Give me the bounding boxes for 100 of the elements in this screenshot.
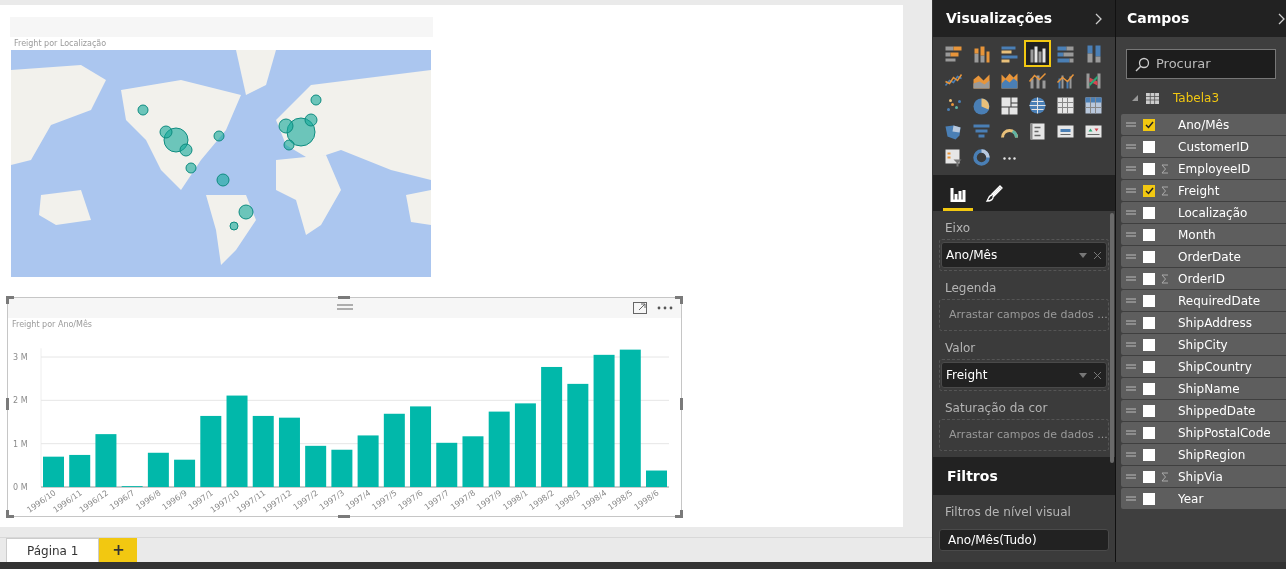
field-well[interactable]: Freight [939,359,1109,391]
field-row[interactable]: Freight [1121,180,1286,201]
field-row[interactable]: Localização [1121,202,1286,223]
field-name: CustomerID [1178,138,1250,156]
checkbox[interactable] [1143,338,1155,351]
checkbox[interactable] [1143,426,1155,439]
checkbox[interactable] [1143,118,1155,131]
close-icon[interactable] [1093,370,1102,380]
check-icon [1144,186,1154,195]
drag-handle-icon[interactable] [337,304,353,310]
resize-handle[interactable] [675,296,683,304]
drag-handle-icon[interactable] [1126,430,1136,435]
checkbox[interactable] [1143,492,1155,505]
drag-handle-icon[interactable] [1126,496,1136,501]
field-name: ShipRegion [1178,446,1246,464]
filter-card[interactable]: Ano/Mês(Tudo) [939,529,1109,551]
panel-title: Campos [1127,9,1190,28]
resize-handle[interactable] [338,296,350,299]
drag-handle-icon[interactable] [1126,386,1136,391]
checkbox[interactable] [1143,250,1155,263]
drag-handle-icon[interactable] [1126,254,1136,259]
field-row[interactable]: OrderDate [1121,246,1286,267]
drag-handle-icon[interactable] [1126,298,1136,303]
field-well[interactable]: Ano/Mês [939,239,1109,271]
drag-handle-icon[interactable] [1126,210,1136,215]
field-row[interactable]: ShipCity [1121,334,1286,355]
field-row[interactable]: ShipPostalCode [1121,422,1286,443]
drag-handle-icon[interactable] [1126,276,1136,281]
checkbox[interactable] [1143,272,1155,285]
drag-handle-icon[interactable] [1126,232,1136,237]
caret-icon[interactable] [1079,252,1087,258]
field-name: OrderID [1178,270,1225,288]
table-name[interactable]: Tabela3 [1173,89,1220,107]
drag-handle-icon[interactable] [1126,342,1136,347]
drag-handle-icon[interactable] [1126,122,1136,127]
visual-type-icon[interactable] [970,146,993,169]
field-row[interactable]: RequiredDate [1121,290,1286,311]
field-row[interactable]: CustomerID [1121,136,1286,157]
resize-handle[interactable] [6,398,9,410]
resize-handle[interactable] [6,296,14,304]
chevron-right-icon[interactable] [1278,12,1285,25]
field-name: Year [1178,490,1204,508]
field-well[interactable]: Arrastar campos de dados ... [939,299,1109,331]
drag-handle-icon[interactable] [1126,144,1136,149]
caret-icon[interactable] [1079,372,1087,378]
field-row[interactable]: EmployeeID [1121,158,1286,179]
drag-handle-icon[interactable] [1126,320,1136,325]
chevron-right-icon[interactable] [1095,12,1102,25]
panel-title: Visualizações [946,9,1053,28]
field-row[interactable]: Ano/Mês [1121,114,1286,135]
checkbox[interactable] [1143,470,1155,483]
field-row[interactable]: OrderID [1121,268,1286,289]
field-row[interactable]: ShipName [1121,378,1286,399]
drag-handle-icon[interactable] [1126,452,1136,457]
expanded-arrow-icon[interactable] [1132,95,1138,101]
drag-handle-icon[interactable] [1126,364,1136,369]
field-name: Month [1178,226,1216,244]
checkbox[interactable] [1143,228,1155,241]
section-label: Filtros de nível visual [944,504,1072,521]
resize-handle[interactable] [6,510,14,518]
add-page-button[interactable]: + [99,538,138,562]
well-field-name: Ano/Mês [946,247,998,264]
checkbox[interactable] [1143,162,1155,175]
drag-handle-icon[interactable] [1126,166,1136,171]
axis-tick-label: 0 M [13,483,28,492]
visual-type-icon[interactable] [1026,42,1049,65]
checkbox[interactable] [1143,316,1155,329]
close-icon[interactable] [1093,250,1102,260]
field-row[interactable]: ShipAddress [1121,312,1286,333]
field-row[interactable]: ShipVia [1121,466,1286,487]
focus-mode-icon[interactable] [633,302,647,314]
checkbox[interactable] [1143,294,1155,307]
drag-handle-icon[interactable] [1126,474,1136,479]
field-row[interactable]: Year [1121,488,1286,509]
field-row[interactable]: ShipCountry [1121,356,1286,377]
checkbox[interactable] [1143,206,1155,219]
more-options-icon[interactable] [657,306,673,310]
resize-handle[interactable] [338,515,350,518]
field-well[interactable]: Arrastar campos de dados ... [939,419,1109,451]
resize-handle[interactable] [675,510,683,518]
drag-handle-icon[interactable] [1126,188,1136,193]
page-tab[interactable]: Página 1 [6,538,100,562]
checkbox[interactable] [1143,184,1155,197]
field-name: ShipName [1178,380,1240,398]
search-input[interactable]: Procurar [1156,54,1266,74]
resize-handle[interactable] [680,398,683,410]
search-field[interactable]: Procurar [1126,49,1276,79]
checkbox[interactable] [1143,404,1155,417]
scrollbar[interactable] [1110,213,1114,463]
field-row[interactable]: ShippedDate [1121,400,1286,421]
field-row[interactable]: Month [1121,224,1286,245]
checkbox[interactable] [1143,140,1155,153]
field-name: Ano/Mês [1178,116,1230,134]
field-row[interactable]: ShipRegion [1121,444,1286,465]
drag-handle-icon[interactable] [1126,408,1136,413]
checkbox[interactable] [1143,448,1155,461]
checkbox[interactable] [1143,360,1155,373]
field-name: ShippedDate [1178,402,1256,420]
axis-tick-label: 2 M [13,396,28,406]
checkbox[interactable] [1143,382,1155,395]
